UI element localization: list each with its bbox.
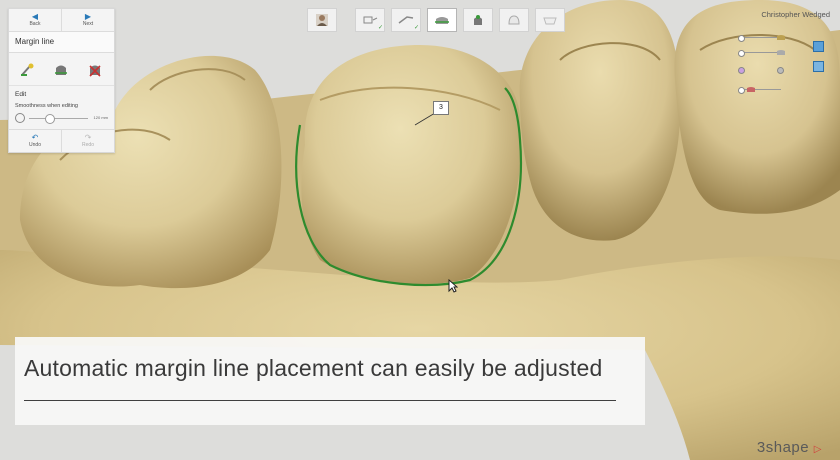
- smoothness-label: Smoothness when editing: [15, 103, 78, 109]
- visibility-row[interactable]: [733, 65, 793, 75]
- color-dot[interactable]: [738, 67, 745, 74]
- margin-done-icon: ✓: [413, 25, 419, 31]
- user-name: Christopher Wedged: [761, 10, 830, 19]
- caption-box: Automatic margin line placement can easi…: [15, 337, 645, 425]
- user-icon[interactable]: [307, 8, 337, 32]
- visibility-row[interactable]: [733, 48, 793, 58]
- nav-row: ◀ Back ▶ Next: [9, 9, 114, 32]
- next-label: Next: [82, 21, 94, 27]
- brand-name: 3shape: [756, 439, 810, 456]
- workflow-toolbar: ✓ ✓: [307, 8, 565, 32]
- next-arrow-icon: ▶: [84, 12, 92, 21]
- toolbar-gap: [343, 8, 349, 30]
- die-layer-icon: [777, 50, 785, 55]
- visibility-track: [741, 37, 781, 38]
- tooth-number-marker: 3: [433, 101, 449, 115]
- margin-tool-icon[interactable]: ✓: [391, 8, 421, 32]
- visibility-knob[interactable]: [738, 35, 745, 42]
- visibility-knob[interactable]: [738, 50, 745, 57]
- visibility-row[interactable]: [733, 33, 793, 43]
- scan-icon[interactable]: ✓: [355, 8, 385, 32]
- margin-tools: [9, 53, 114, 86]
- visibility-controls: [733, 33, 824, 98]
- back-button[interactable]: ◀ Back: [9, 9, 61, 31]
- scan-done-icon: ✓: [377, 25, 383, 31]
- edit-label: Edit: [15, 91, 27, 98]
- brand-logo: 3shape ▷: [757, 439, 822, 456]
- brand-triangle-icon: ▷: [813, 444, 822, 455]
- smoothness-value: 120 mm: [93, 115, 108, 120]
- die-icon[interactable]: [463, 8, 493, 32]
- view-cube-icon[interactable]: [813, 41, 824, 52]
- undo-icon: ↶: [31, 133, 39, 142]
- undo-button[interactable]: ↶ Undo: [9, 130, 61, 152]
- color-dot[interactable]: [777, 67, 784, 74]
- visibility-row[interactable]: [733, 85, 793, 95]
- caption-text: Automatic margin line placement can easi…: [24, 355, 603, 381]
- redo-button[interactable]: ↷ Redo: [61, 130, 114, 152]
- view-side-icon[interactable]: [813, 61, 824, 72]
- caption-underline: [24, 400, 616, 401]
- visibility-knob[interactable]: [738, 87, 745, 94]
- redo-label: Redo: [82, 142, 94, 148]
- bridge-icon[interactable]: [535, 8, 565, 32]
- visibility-track: [741, 52, 781, 53]
- model-icon[interactable]: [427, 8, 457, 32]
- slider-track: [29, 118, 88, 119]
- back-arrow-icon: ◀: [31, 12, 39, 21]
- slider-knob[interactable]: [45, 114, 55, 124]
- scan-layer-icon: [777, 35, 785, 40]
- crown-icon[interactable]: [499, 8, 529, 32]
- redo-icon: ↷: [84, 133, 92, 142]
- undo-label: Undo: [29, 142, 41, 148]
- auto-margin-icon[interactable]: [17, 61, 39, 79]
- panel-title: Margin line: [9, 32, 114, 53]
- mouse-cursor-icon: [448, 279, 458, 293]
- antagonist-layer-icon: [747, 87, 755, 92]
- delete-margin-icon[interactable]: [84, 61, 106, 79]
- tool-panel: ◀ Back ▶ Next Margin line Edit Smoothnes…: [8, 8, 115, 153]
- undo-row: ↶ Undo ↷ Redo: [9, 129, 114, 152]
- smoothness-slider[interactable]: 120 mm: [15, 111, 108, 125]
- smoothness-icon: [15, 113, 25, 123]
- next-button[interactable]: ▶ Next: [61, 9, 114, 31]
- back-label: Back: [29, 21, 41, 27]
- preparation-icon[interactable]: [50, 61, 72, 79]
